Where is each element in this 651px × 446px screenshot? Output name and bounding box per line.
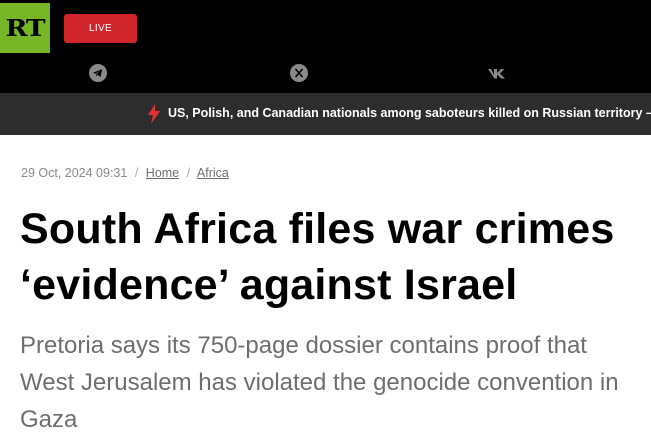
article-title-line-2: ‘evidence’ against Israel	[20, 261, 518, 309]
x-icon[interactable]	[290, 64, 308, 82]
lightning-icon	[148, 104, 160, 124]
breadcrumb-africa-link[interactable]: Africa	[197, 166, 229, 180]
vk-icon[interactable]	[487, 64, 509, 82]
article-meta: 29 Oct, 2024 09:31 / Home / Africa	[21, 166, 229, 180]
article-lead: Pretoria says its 750-page dossier conta…	[20, 332, 619, 433]
ticker-text[interactable]: US, Polish, and Canadian nationals among…	[168, 106, 651, 120]
top-navigation-bar: RT LIVE	[0, 0, 651, 93]
article-title: South Africa files war crimes ‘evidence’…	[20, 201, 651, 313]
article-timestamp: 29 Oct, 2024 09:31	[21, 166, 128, 180]
telegram-icon[interactable]	[89, 64, 107, 82]
article-title-line-1: South Africa files war crimes	[20, 205, 615, 253]
breaking-news-ticker[interactable]: US, Polish, and Canadian nationals among…	[0, 93, 651, 135]
logo-text: RT	[5, 14, 46, 42]
rt-logo[interactable]: RT	[0, 3, 50, 53]
live-button[interactable]: LIVE	[64, 14, 137, 43]
breadcrumb-home-link[interactable]: Home	[146, 166, 179, 180]
